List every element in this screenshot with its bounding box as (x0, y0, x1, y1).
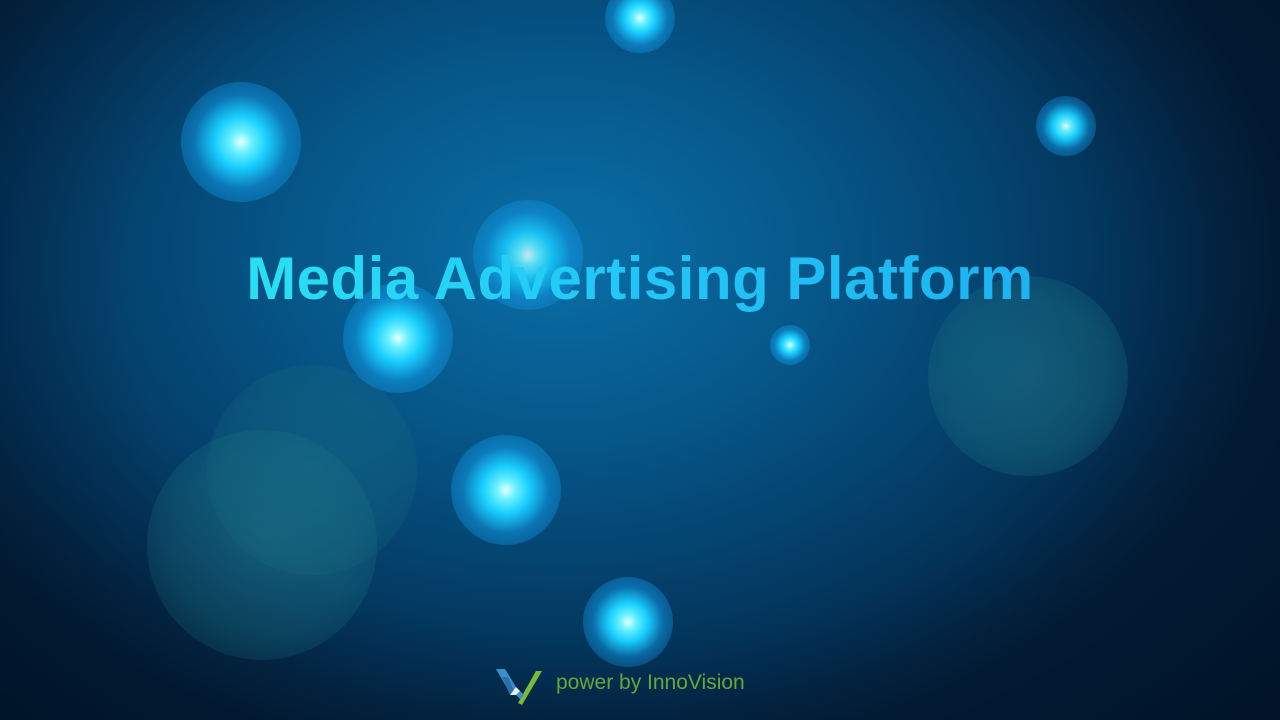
splash-screen: Media Advertising Platform power by Inno… (0, 0, 1280, 720)
innovision-logo-icon (496, 669, 542, 705)
footer-text: power by InnoVision (556, 671, 745, 694)
page-title: Media Advertising Platform (0, 244, 1280, 313)
light-spot (451, 435, 561, 545)
light-spot (1036, 96, 1096, 156)
light-spot (770, 325, 810, 365)
light-spot (605, 0, 675, 53)
light-spot (181, 82, 301, 202)
light-spot (583, 577, 673, 667)
lens-flare (207, 365, 417, 575)
footer-branding: power by InnoVision (496, 664, 745, 706)
